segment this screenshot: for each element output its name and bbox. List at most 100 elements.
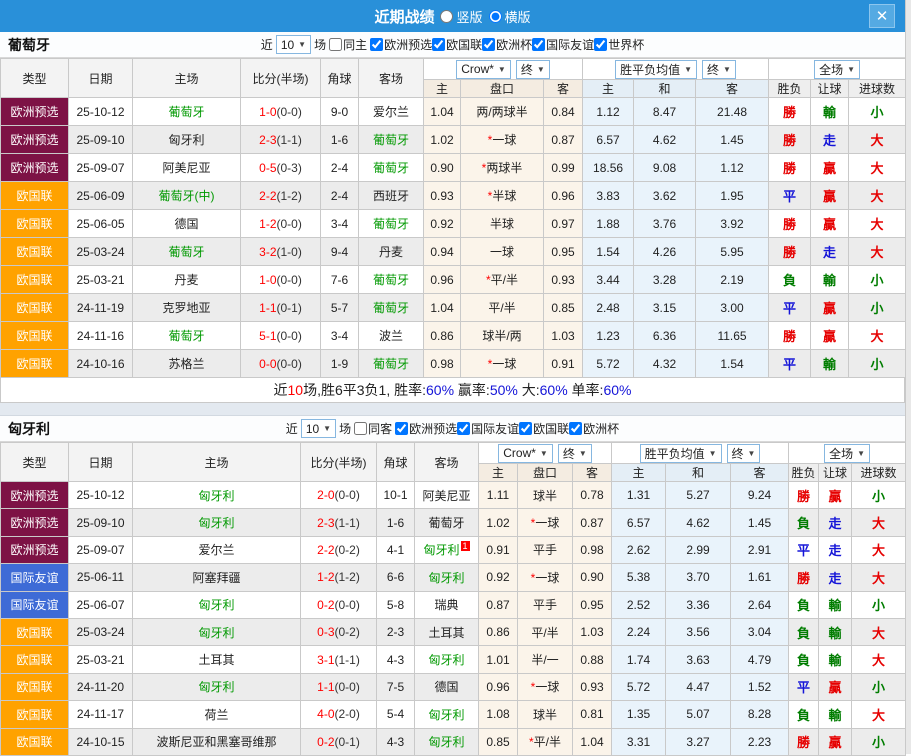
match-date: 25-10-12: [69, 98, 133, 126]
close-button[interactable]: ✕: [869, 4, 895, 28]
competition-filter-checkbox[interactable]: 国际友谊: [457, 420, 519, 437]
corner-score: 2-4: [321, 182, 359, 210]
competition-filter-checkbox[interactable]: 国际友谊: [532, 36, 594, 53]
odds-away: 0.93: [573, 673, 612, 700]
home-team-name: 匈牙利: [198, 680, 234, 694]
odds-home: 0.87: [479, 591, 518, 618]
radio-horizontal-input[interactable]: [489, 10, 502, 23]
final-mean-select[interactable]: 终: [727, 444, 761, 463]
competition-filter-checkbox[interactable]: 欧洲预选: [370, 36, 432, 53]
result-handicap: 贏: [811, 210, 849, 238]
wdl-mean-select[interactable]: 胜平负均值: [640, 444, 722, 463]
mean-away: 2.64: [731, 591, 789, 618]
full-match-select[interactable]: 全场: [824, 444, 870, 463]
odds-company-select[interactable]: Crow*: [498, 444, 553, 463]
competition-type: 欧国联: [1, 673, 69, 700]
competition-filter-checkbox[interactable]: 欧洲杯: [569, 420, 619, 437]
result-wdl: 平: [789, 673, 819, 700]
home-team-cell: 葡萄牙: [133, 98, 241, 126]
final-odds-select[interactable]: 终: [516, 60, 550, 79]
sub-mean-draw: 和: [666, 464, 731, 482]
competition-filter-checkbox[interactable]: 欧国联: [432, 36, 482, 53]
away-team-cell: 葡萄牙: [359, 350, 424, 378]
competition-checkbox-input[interactable]: [532, 38, 545, 51]
mean-away: 9.24: [731, 482, 789, 509]
home-team-name: 阿塞拜疆: [192, 571, 240, 585]
match-date: 25-09-07: [69, 154, 133, 182]
home-team-name: 荷兰: [204, 708, 228, 722]
competition-checkbox-input[interactable]: [432, 38, 445, 51]
halftime-score: (0-1): [277, 301, 302, 315]
fulltime-score: 1-0: [259, 273, 276, 287]
odds-group-header: Crow* 终: [424, 59, 583, 80]
home-team-cell: 匈牙利: [133, 482, 301, 509]
competition-filter-checkbox[interactable]: 欧洲杯: [482, 36, 532, 53]
competition-checkbox-input[interactable]: [457, 422, 470, 435]
handicap-line: 半球: [461, 210, 544, 238]
sub-odds-home: 主: [424, 80, 461, 98]
away-team-cell: 土耳其: [415, 618, 479, 645]
halftime-score: (0-0): [277, 105, 302, 119]
layout-option-vertical[interactable]: 竖版: [440, 7, 482, 26]
odds-away: 0.84: [544, 98, 583, 126]
handicap-line: *平/半: [518, 728, 573, 755]
fulltime-score: 2-2: [317, 543, 334, 557]
competition-checkbox-input[interactable]: [594, 38, 607, 51]
competition-checkbox-input[interactable]: [569, 422, 582, 435]
layout-option-horizontal[interactable]: 横版: [489, 7, 531, 26]
competition-filter-checkbox[interactable]: 世界杯: [594, 36, 644, 53]
odds-home: 1.11: [479, 482, 518, 509]
competition-checkbox-input[interactable]: [395, 422, 408, 435]
match-row: 国际友谊25-06-07匈牙利0-2(0-0)5-8瑞典0.87平手0.952.…: [1, 591, 906, 618]
same-side-checkbox[interactable]: 同客: [354, 420, 392, 437]
wdl-mean-select[interactable]: 胜平负均值: [615, 60, 697, 79]
match-date: 25-06-11: [69, 564, 133, 591]
mean-away: 11.65: [696, 322, 769, 350]
mean-home: 1.35: [612, 701, 666, 728]
corner-score: 9-0: [321, 98, 359, 126]
home-team-cell: 苏格兰: [133, 350, 241, 378]
away-team-cell: 葡萄牙: [359, 294, 424, 322]
home-team-name: 波斯尼亚和黑塞哥维那: [156, 735, 276, 749]
dialog-title: 近期战绩: [374, 6, 434, 27]
red-card-badge: 1: [461, 541, 470, 551]
full-match-select[interactable]: 全场: [814, 60, 860, 79]
match-count-select[interactable]: 10: [301, 419, 336, 438]
match-count-select[interactable]: 10: [276, 35, 311, 54]
competition-checkbox-input[interactable]: [519, 422, 532, 435]
score-cell: 1-2(1-2): [301, 564, 377, 591]
competition-filter-checkbox[interactable]: 欧国联: [519, 420, 569, 437]
result-goals: 小: [852, 728, 906, 755]
competition-checkbox-input[interactable]: [482, 38, 495, 51]
handicap-line: *一球: [461, 350, 544, 378]
match-date: 25-06-09: [69, 182, 133, 210]
summary-segment: 10: [288, 382, 304, 398]
games-label: 场: [339, 420, 351, 437]
competition-filter-checkbox[interactable]: 欧洲预选: [395, 420, 457, 437]
fulltime-score: 2-0: [317, 488, 334, 502]
odds-away: 0.88: [573, 646, 612, 673]
home-team-cell: 匈牙利: [133, 673, 301, 700]
right-edge-strip: [905, 0, 911, 754]
mean-home: 3.83: [583, 182, 634, 210]
sub-mean-away: 客: [696, 80, 769, 98]
away-team-name: 匈牙利: [428, 653, 464, 667]
handicap-text: 平/半: [491, 273, 518, 287]
match-row: 欧国联25-06-05德国1-2(0-0)3-4葡萄牙0.92半球0.971.8…: [1, 210, 906, 238]
radio-vertical-input[interactable]: [440, 10, 453, 23]
result-handicap: 贏: [811, 294, 849, 322]
same-side-checkbox-input[interactable]: [354, 422, 367, 435]
home-team-name: 匈牙利: [198, 489, 234, 503]
final-odds-select[interactable]: 终: [558, 444, 592, 463]
handicap-line: 球半/两: [461, 322, 544, 350]
odds-company-select[interactable]: Crow*: [456, 60, 511, 79]
competition-checkbox-input[interactable]: [370, 38, 383, 51]
halftime-score: (0-3): [277, 161, 302, 175]
mean-draw: 6.36: [634, 322, 696, 350]
result-handicap: 輸: [819, 618, 852, 645]
same-side-checkbox[interactable]: 同主: [329, 36, 367, 53]
final-mean-select[interactable]: 终: [702, 60, 736, 79]
away-team-name: 匈牙利: [428, 571, 464, 585]
home-team-name: 匈牙利: [198, 626, 234, 640]
same-side-checkbox-input[interactable]: [329, 38, 342, 51]
